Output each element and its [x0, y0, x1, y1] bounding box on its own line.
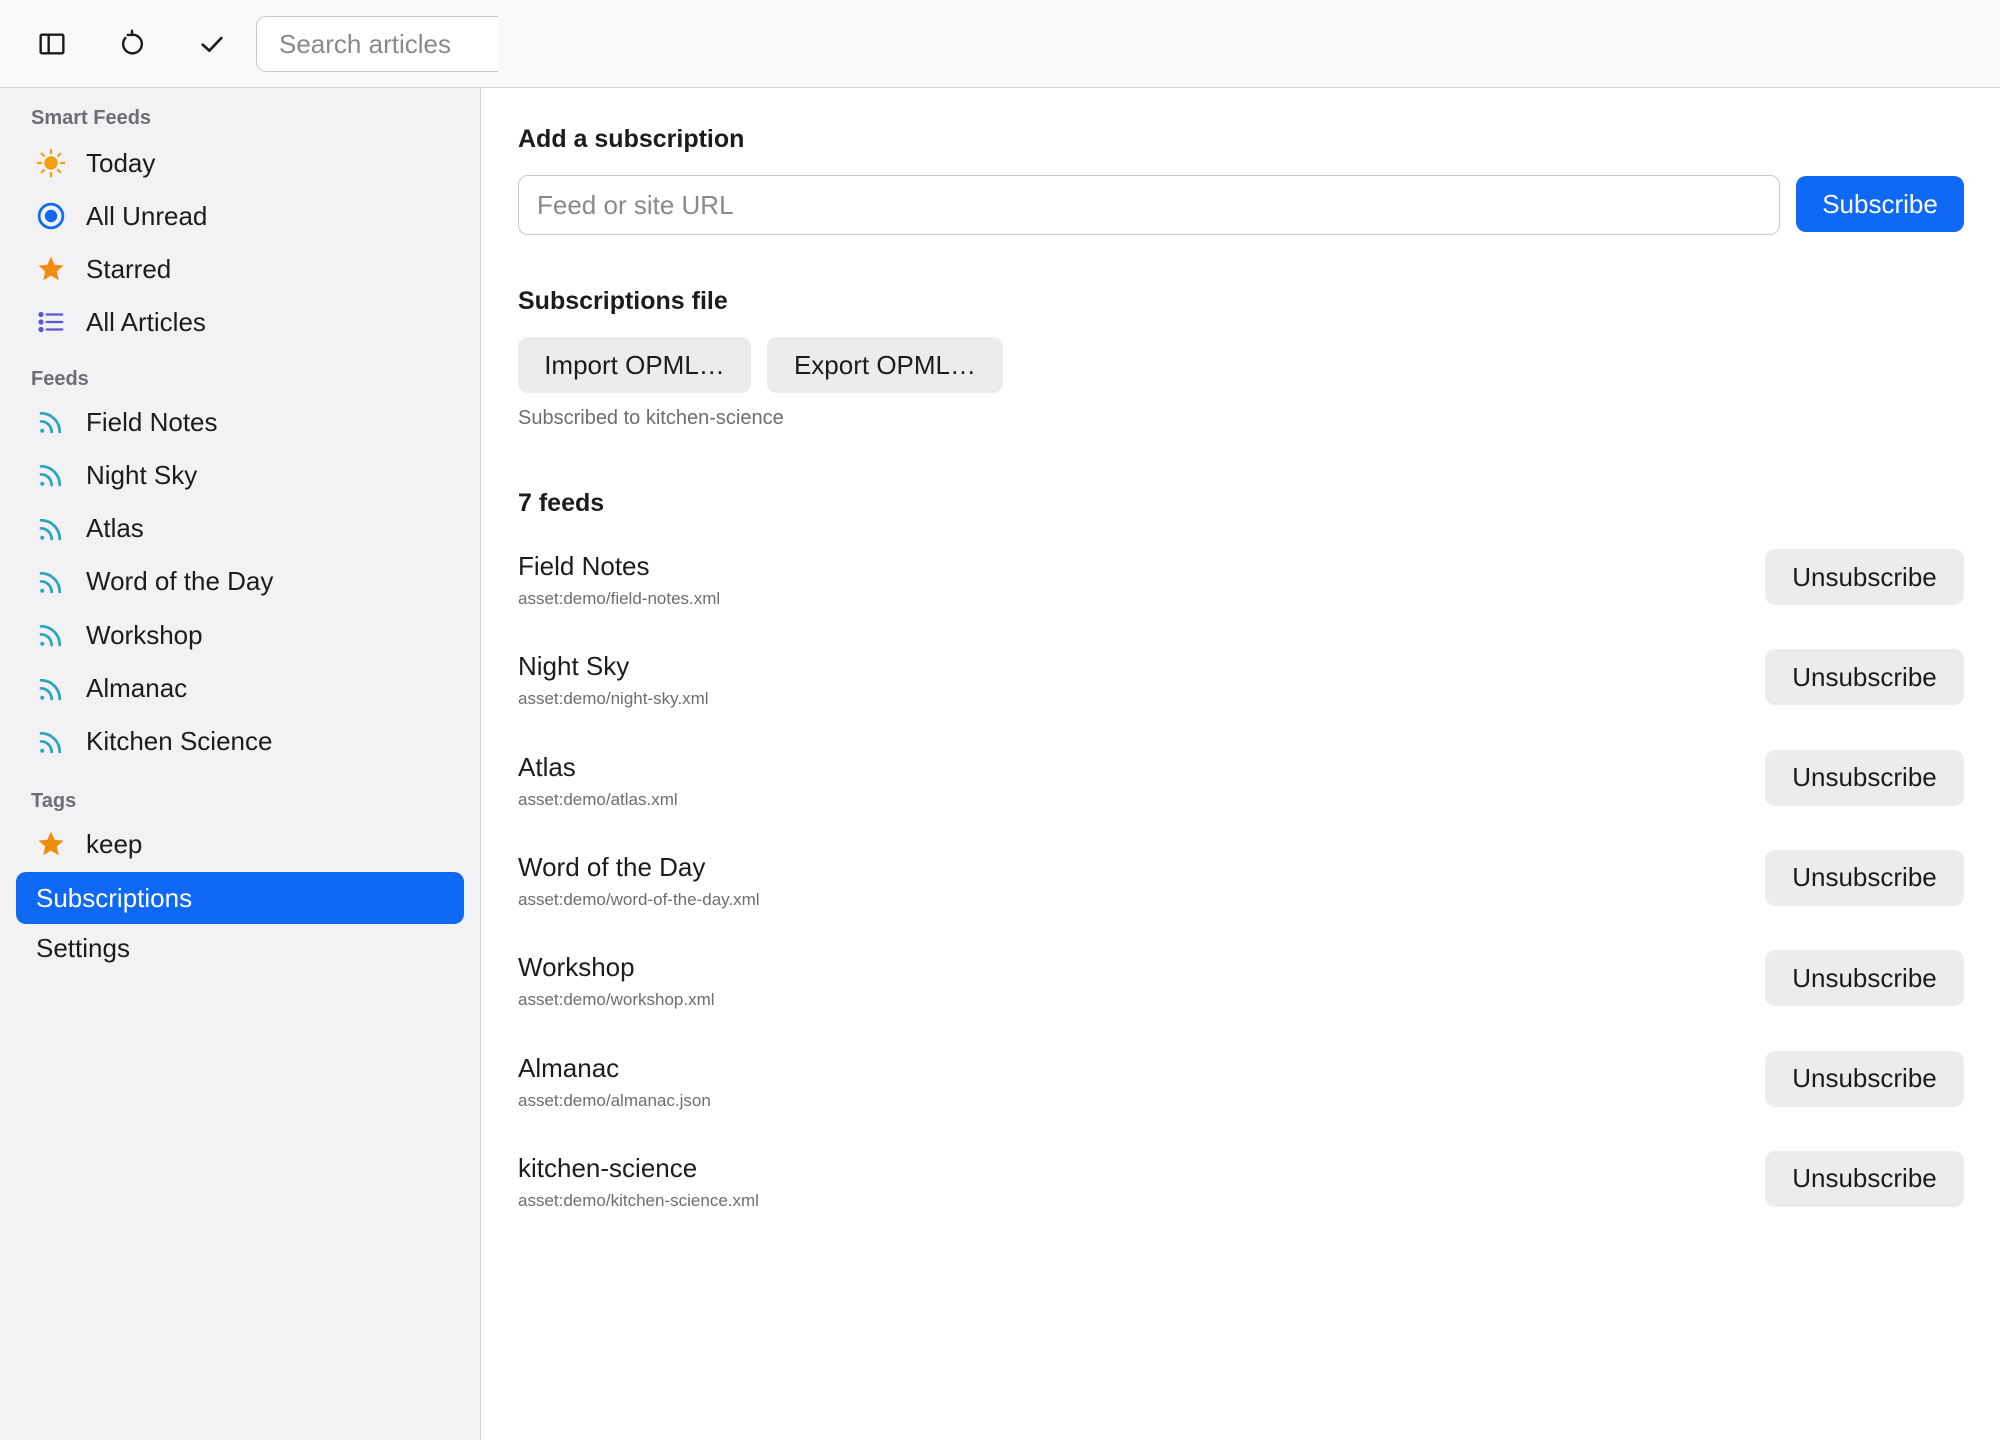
unsubscribe-button[interactable]: Unsubscribe: [1765, 549, 1964, 605]
sidebar-item-label: Field Notes: [86, 406, 218, 437]
sidebar-item-all-unread[interactable]: All Unread: [16, 190, 464, 242]
subscription-row: kitchen-science asset:demo/kitchen-scienc…: [518, 1150, 1964, 1233]
section-label-smart-feeds: Smart Feeds: [31, 107, 152, 129]
feed-url: asset:demo/kitchen-science.xml: [518, 1190, 759, 1210]
sidebar-item-feed[interactable]: Workshop: [16, 609, 464, 661]
sidebar-item-label: Settings: [36, 932, 130, 963]
subscription-row: Night Sky asset:demo/night-sky.xml Unsubsc…: [518, 649, 1964, 731]
sidebar-item-label: Night Sky: [86, 459, 198, 490]
subscription-row: Field Notes asset:demo/field-notes.xml Uns…: [518, 549, 1964, 631]
unsubscribe-button[interactable]: Unsubscribe: [1765, 1150, 1964, 1207]
star-icon: [34, 827, 68, 861]
checkmark-icon: [201, 36, 223, 52]
sidebar-item-label: All Articles: [86, 306, 206, 337]
feed-url: asset:demo/field-notes.xml: [518, 589, 721, 608]
feed-url: asset:demo/atlas.xml: [518, 789, 678, 809]
subscribe-button[interactable]: Subscribe: [1796, 176, 1964, 232]
feed-name: Workshop: [518, 952, 635, 983]
feeds-count-heading: 7 feeds: [518, 489, 605, 517]
unsubscribe-button[interactable]: Unsubscribe: [1765, 749, 1964, 806]
unsubscribe-button[interactable]: Unsubscribe: [1765, 1050, 1964, 1107]
subscription-row: Workshop asset:demo/workshop.xml Unsubscri…: [518, 950, 1964, 1032]
sidebar-item-feed[interactable]: Kitchen Science: [16, 716, 464, 768]
import-opml-button[interactable]: Import OPML…: [518, 337, 751, 393]
rss-icon: [34, 725, 68, 759]
unsubscribe-button[interactable]: Unsubscribe: [1765, 849, 1964, 906]
unread-dot-icon: [34, 199, 68, 233]
sidebar-item-label: Subscriptions: [36, 882, 193, 913]
sidebar-item-settings[interactable]: Settings: [16, 922, 464, 974]
feed-url: asset:demo/almanac.json: [518, 1090, 711, 1110]
feed-name: Night Sky: [518, 651, 630, 682]
sidebar-item-label: Atlas: [86, 513, 144, 544]
section-label-tags: Tags: [31, 790, 77, 812]
subscriptions-file-heading: Subscriptions file: [518, 287, 728, 315]
star-icon: [34, 252, 68, 286]
feed-name: Word of the Day: [518, 851, 706, 882]
export-opml-button[interactable]: Export OPML…: [767, 337, 1003, 393]
refresh-icon: [121, 29, 144, 55]
sun-icon: [34, 146, 68, 180]
status-message: Subscribed to kitchen-science: [518, 407, 784, 429]
subscription-row: Word of the Day asset:demo/word-of-the-da…: [518, 849, 1964, 932]
sidebar-item-label: Word of the Day: [86, 566, 274, 597]
sidebar-item-feed[interactable]: Almanac: [16, 663, 464, 715]
sidebar-item-feed[interactable]: Field Notes: [16, 396, 464, 448]
section-label-feeds: Feeds: [31, 368, 89, 390]
sidebar-item-label: All Unread: [86, 200, 208, 231]
unsubscribe-button[interactable]: Unsubscribe: [1765, 950, 1964, 1007]
sidebar-icon: [39, 33, 65, 55]
sidebar-toggle-button[interactable]: [26, 18, 78, 70]
feed-name: kitchen-science: [518, 1152, 698, 1183]
refresh-button[interactable]: [106, 18, 158, 70]
list-icon: [34, 305, 68, 339]
sidebar-item-feed[interactable]: Word of the Day: [16, 556, 464, 608]
rss-icon: [34, 458, 68, 492]
sidebar-item-all-articles[interactable]: All Articles: [16, 296, 464, 348]
sidebar-item-subscriptions[interactable]: Subscriptions: [16, 872, 464, 924]
unsubscribe-button[interactable]: Unsubscribe: [1765, 649, 1964, 706]
feed-url-input[interactable]: [518, 175, 1780, 235]
feed-name: Almanac: [518, 1052, 620, 1083]
toolbar: [0, 0, 2000, 88]
rss-icon: [34, 565, 68, 599]
subscription-row: Almanac asset:demo/almanac.json Unsubscrib…: [518, 1050, 1964, 1133]
feed-name: Atlas: [518, 751, 576, 782]
sidebar-item-label: Workshop: [86, 619, 203, 650]
mark-all-read-button[interactable]: [186, 18, 238, 70]
search-input[interactable]: [256, 16, 498, 72]
sidebar-item-label: Almanac: [86, 673, 188, 703]
sidebar-item-feed[interactable]: Atlas: [16, 503, 464, 555]
sidebar-item-feed[interactable]: Night Sky: [16, 449, 464, 501]
subscription-row: Atlas asset:demo/atlas.xml Unsubscribe: [518, 749, 1964, 832]
rss-icon: [34, 512, 68, 546]
feed-url: asset:demo/workshop.xml: [518, 990, 715, 1010]
feed-url: asset:demo/word-of-the-day.xml: [518, 889, 760, 909]
rss-icon: [34, 618, 68, 652]
sidebar-item-starred[interactable]: Starred: [16, 243, 464, 295]
sidebar-item-label: Starred: [86, 253, 172, 284]
feed-url: asset:demo/night-sky.xml: [518, 689, 709, 709]
add-subscription-heading: Add a subscription: [518, 125, 745, 153]
sidebar-item-label: keep: [86, 828, 143, 859]
sidebar-item-label: Kitchen Science: [86, 726, 273, 757]
feed-name: Field Notes: [518, 551, 650, 581]
sidebar-item-label: Today: [86, 147, 156, 178]
sidebar-item-today[interactable]: Today: [16, 137, 464, 189]
rss-icon: [34, 672, 68, 706]
sidebar: Smart Feeds Today All Unread Starred All…: [0, 88, 481, 1440]
sidebar-item-tag-keep[interactable]: keep: [16, 818, 464, 870]
subscriptions-pane: Add a subscription Subscribe Subscriptio…: [482, 88, 2000, 1440]
rss-icon: [34, 405, 68, 439]
